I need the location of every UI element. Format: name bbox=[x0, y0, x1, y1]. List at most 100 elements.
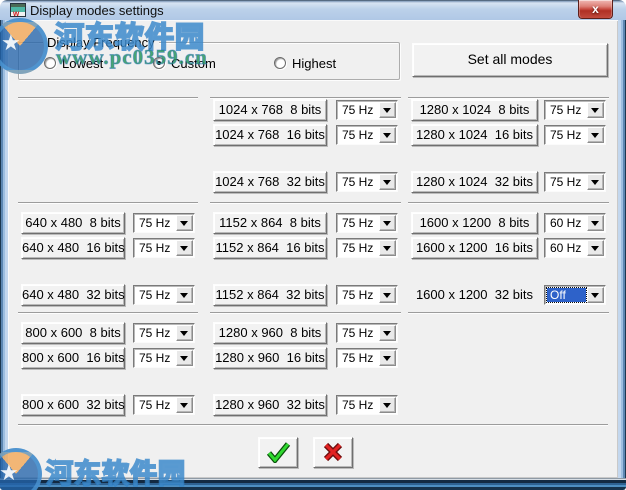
dropdown-button[interactable] bbox=[176, 215, 193, 231]
window-border-left bbox=[0, 20, 8, 478]
dropdown-button[interactable] bbox=[587, 215, 604, 231]
frequency-select-1280x960-16-bits[interactable]: 75 Hz bbox=[336, 348, 398, 368]
mode-button-640x480-16-bits[interactable]: 640 x 480 16 bits bbox=[21, 237, 125, 259]
app-icon: w bbox=[10, 3, 26, 18]
mode-button-1024x768-16-bits[interactable]: 1024 x 768 16 bits bbox=[213, 124, 327, 146]
separator bbox=[18, 424, 608, 426]
frequency-select-1152x864-32-bits[interactable]: 75 Hz bbox=[336, 285, 398, 305]
dropdown-button[interactable] bbox=[379, 397, 396, 413]
chevron-down-icon bbox=[591, 221, 599, 226]
mode-button-800x600-8-bits[interactable]: 800 x 600 8 bits bbox=[21, 322, 125, 344]
frequency-select-640x480-16-bits[interactable]: 75 Hz bbox=[133, 238, 195, 258]
frequency-value: 75 Hz bbox=[342, 103, 374, 117]
dropdown-button[interactable] bbox=[379, 215, 396, 231]
mode-button-640x480-8-bits[interactable]: 640 x 480 8 bits bbox=[21, 212, 125, 234]
frequency-value: 75 Hz bbox=[342, 128, 374, 142]
dropdown-button[interactable] bbox=[379, 325, 396, 341]
dropdown-button[interactable] bbox=[587, 287, 604, 303]
frequency-select-1280x960-32-bits[interactable]: 75 Hz bbox=[336, 395, 398, 415]
mode-button-1152x864-8-bits[interactable]: 1152 x 864 8 bits bbox=[213, 212, 327, 234]
dropdown-button[interactable] bbox=[176, 240, 193, 256]
dropdown-button[interactable] bbox=[587, 127, 604, 143]
column-separator bbox=[408, 312, 609, 314]
set-all-modes-button[interactable]: Set all modes bbox=[412, 43, 608, 77]
confirm-button[interactable] bbox=[258, 437, 298, 468]
radio-icon bbox=[44, 57, 56, 69]
frequency-value: 75 Hz bbox=[342, 326, 374, 340]
chevron-down-icon bbox=[180, 221, 188, 226]
dropdown-button[interactable] bbox=[587, 102, 604, 118]
frequency-select-800x600-16-bits[interactable]: 75 Hz bbox=[133, 348, 195, 368]
radio-label: Custom bbox=[171, 55, 216, 71]
chevron-down-icon bbox=[180, 246, 188, 251]
mode-button-1600x1200-16-bits[interactable]: 1600 x 1200 16 bits bbox=[411, 237, 538, 259]
dropdown-button[interactable] bbox=[176, 325, 193, 341]
dropdown-button[interactable] bbox=[379, 240, 396, 256]
frequency-select-1280x960-8-bits[interactable]: 75 Hz bbox=[336, 323, 398, 343]
frequency-select-1024x768-32-bits[interactable]: 75 Hz bbox=[336, 172, 398, 192]
frequency-value: 75 Hz bbox=[342, 351, 374, 365]
frequency-select-1600x1200-32-bits[interactable]: Off bbox=[544, 285, 606, 305]
radio-label: Highest bbox=[292, 55, 337, 71]
check-icon bbox=[266, 442, 291, 465]
dropdown-button[interactable] bbox=[379, 127, 396, 143]
frequency-select-1152x864-16-bits[interactable]: 75 Hz bbox=[336, 238, 398, 258]
chevron-down-icon bbox=[383, 331, 391, 336]
frequency-select-1280x1024-32-bits[interactable]: 75 Hz bbox=[544, 172, 606, 192]
dropdown-button[interactable] bbox=[176, 350, 193, 366]
mode-button-1280x960-8-bits[interactable]: 1280 x 960 8 bits bbox=[213, 322, 327, 344]
radio-icon bbox=[153, 57, 165, 69]
mode-button-1600x1200-8-bits[interactable]: 1600 x 1200 8 bits bbox=[411, 212, 538, 234]
radio-option-highest[interactable]: Highest bbox=[274, 55, 337, 71]
frequency-select-1280x1024-16-bits[interactable]: 75 Hz bbox=[544, 125, 606, 145]
mode-button-1152x864-32-bits[interactable]: 1152 x 864 32 bits bbox=[213, 284, 327, 306]
frequency-value: 75 Hz bbox=[139, 351, 171, 365]
mode-button-1024x768-8-bits[interactable]: 1024 x 768 8 bits bbox=[213, 99, 327, 121]
display-modes-settings-window: w Display modes settings x Display Frequ… bbox=[0, 0, 626, 490]
frequency-value: 75 Hz bbox=[550, 175, 582, 189]
frequency-select-800x600-8-bits[interactable]: 75 Hz bbox=[133, 323, 195, 343]
mode-button-800x600-32-bits[interactable]: 800 x 600 32 bits bbox=[21, 394, 125, 416]
mode-button-1280x1024-8-bits[interactable]: 1280 x 1024 8 bits bbox=[411, 99, 538, 121]
mode-button-800x600-16-bits[interactable]: 800 x 600 16 bits bbox=[21, 347, 125, 369]
mode-button-1280x960-32-bits[interactable]: 1280 x 960 32 bits bbox=[213, 394, 327, 416]
dropdown-button[interactable] bbox=[379, 287, 396, 303]
radio-label: Lowest bbox=[62, 55, 104, 71]
close-button[interactable]: x bbox=[578, 0, 613, 19]
column-separator bbox=[408, 202, 609, 204]
chevron-down-icon bbox=[180, 293, 188, 298]
dropdown-button[interactable] bbox=[379, 350, 396, 366]
frequency-select-640x480-32-bits[interactable]: 75 Hz bbox=[133, 285, 195, 305]
dropdown-button[interactable] bbox=[587, 174, 604, 190]
frequency-value: Off bbox=[546, 287, 587, 303]
cancel-button[interactable] bbox=[313, 437, 353, 468]
frequency-value: 75 Hz bbox=[342, 216, 374, 230]
radio-option-custom[interactable]: Custom bbox=[153, 55, 216, 71]
mode-button-1280x1024-32-bits[interactable]: 1280 x 1024 32 bits bbox=[411, 171, 538, 193]
frequency-value: 75 Hz bbox=[139, 288, 171, 302]
frequency-select-640x480-8-bits[interactable]: 75 Hz bbox=[133, 213, 195, 233]
frequency-value: 75 Hz bbox=[342, 398, 374, 412]
chevron-down-icon bbox=[383, 293, 391, 298]
frequency-select-1600x1200-8-bits[interactable]: 60 Hz bbox=[544, 213, 606, 233]
dropdown-button[interactable] bbox=[379, 174, 396, 190]
mode-button-1280x1024-16-bits[interactable]: 1280 x 1024 16 bits bbox=[411, 124, 538, 146]
dropdown-button[interactable] bbox=[379, 102, 396, 118]
frequency-select-1024x768-8-bits[interactable]: 75 Hz bbox=[336, 100, 398, 120]
frequency-select-1280x1024-8-bits[interactable]: 75 Hz bbox=[544, 100, 606, 120]
frequency-select-1600x1200-16-bits[interactable]: 60 Hz bbox=[544, 238, 606, 258]
radio-option-lowest[interactable]: Lowest bbox=[44, 55, 104, 71]
frequency-select-1024x768-16-bits[interactable]: 75 Hz bbox=[336, 125, 398, 145]
title-bar[interactable]: w Display modes settings x bbox=[0, 0, 626, 20]
mode-button-1024x768-32-bits[interactable]: 1024 x 768 32 bits bbox=[213, 171, 327, 193]
dropdown-button[interactable] bbox=[176, 287, 193, 303]
mode-button-1280x960-16-bits[interactable]: 1280 x 960 16 bits bbox=[213, 347, 327, 369]
dropdown-button[interactable] bbox=[176, 397, 193, 413]
frequency-select-800x600-32-bits[interactable]: 75 Hz bbox=[133, 395, 195, 415]
frequency-select-1152x864-8-bits[interactable]: 75 Hz bbox=[336, 213, 398, 233]
chevron-down-icon bbox=[180, 331, 188, 336]
mode-button-1152x864-16-bits[interactable]: 1152 x 864 16 bits bbox=[213, 237, 327, 259]
dropdown-button[interactable] bbox=[587, 240, 604, 256]
radio-icon bbox=[274, 57, 286, 69]
mode-button-640x480-32-bits[interactable]: 640 x 480 32 bits bbox=[21, 284, 125, 306]
